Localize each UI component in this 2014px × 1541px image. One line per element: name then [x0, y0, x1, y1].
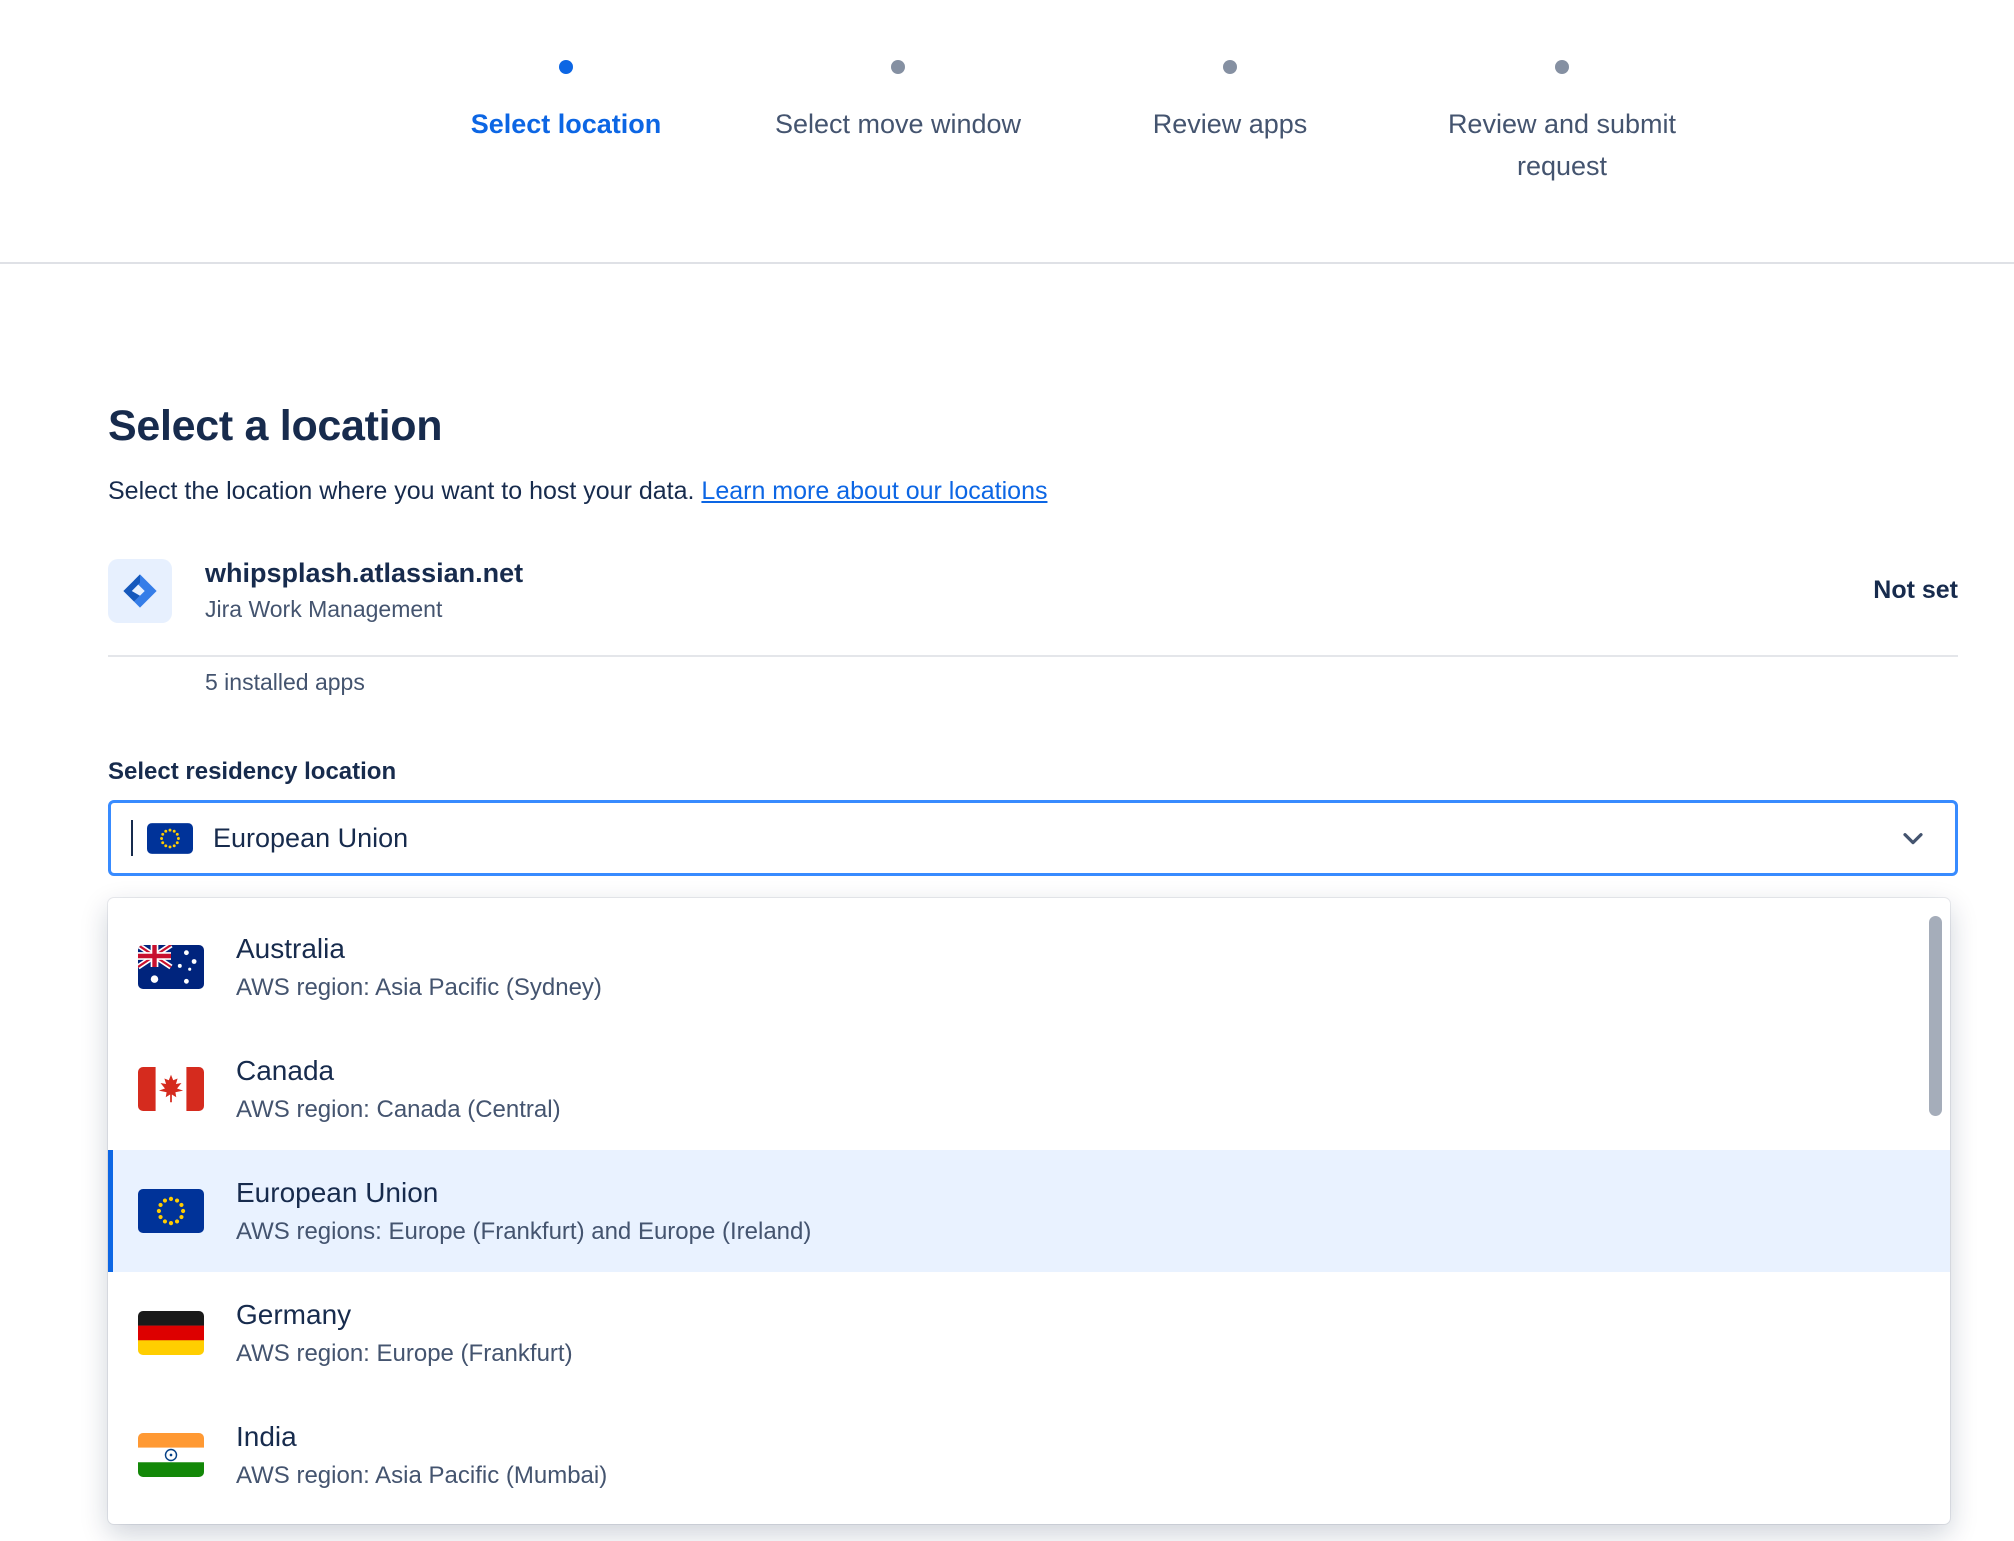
option-region: AWS region: Asia Pacific (Mumbai) — [236, 1462, 607, 1490]
australia-flag-icon — [138, 945, 204, 989]
site-info: whipsplash.atlassian.net Jira Work Manag… — [205, 558, 523, 623]
jira-product-icon — [108, 559, 172, 623]
canada-flag-icon — [138, 1067, 204, 1111]
step-label: Select location — [471, 104, 662, 146]
option-text: European Union AWS regions: Europe (Fran… — [236, 1177, 811, 1246]
eu-flag-icon — [138, 1189, 204, 1233]
main-content: Select a location Select the location wh… — [0, 402, 2014, 1524]
option-australia[interactable]: Australia AWS region: Asia Pacific (Sydn… — [108, 906, 1950, 1028]
option-germany[interactable]: Germany AWS region: Europe (Frankfurt) — [108, 1272, 1950, 1394]
germany-flag-icon — [138, 1311, 204, 1355]
text-cursor — [131, 820, 133, 856]
step-select-location: Select location — [400, 60, 732, 146]
step-dot — [1223, 60, 1237, 74]
residency-location-label: Select residency location — [108, 758, 1958, 786]
step-label: Review apps — [1153, 104, 1308, 146]
option-region: AWS region: Europe (Frankfurt) — [236, 1340, 573, 1368]
subtitle-text: Select the location where you want to ho… — [108, 477, 701, 505]
progress-stepper: Select location Select move window Revie… — [0, 0, 2014, 264]
step-label: Select move window — [775, 104, 1021, 146]
learn-more-link[interactable]: Learn more about our locations — [701, 477, 1047, 505]
option-title: Germany — [236, 1299, 573, 1331]
eu-flag-icon — [147, 823, 193, 854]
option-region: AWS region: Asia Pacific (Sydney) — [236, 974, 602, 1002]
step-review-and-submit: Review and submit request — [1396, 60, 1728, 188]
residency-location-select[interactable]: European Union — [108, 800, 1958, 876]
option-european-union[interactable]: European Union AWS regions: Europe (Fran… — [108, 1150, 1950, 1272]
option-text: Australia AWS region: Asia Pacific (Sydn… — [236, 933, 602, 1002]
option-text: Germany AWS region: Europe (Frankfurt) — [236, 1299, 573, 1368]
option-region: AWS regions: Europe (Frankfurt) and Euro… — [236, 1218, 811, 1246]
installed-apps-count: 5 installed apps — [108, 669, 1958, 696]
option-india[interactable]: India AWS region: Asia Pacific (Mumbai) — [108, 1394, 1950, 1516]
step-dot — [891, 60, 905, 74]
select-value: European Union — [213, 823, 408, 854]
site-status-badge: Not set — [1873, 576, 1958, 605]
step-review-apps: Review apps — [1064, 60, 1396, 146]
step-dot-active — [559, 60, 573, 74]
step-dot — [1555, 60, 1569, 74]
dropdown-scrollbar[interactable] — [1929, 916, 1942, 1116]
page-title: Select a location — [108, 402, 1958, 451]
option-title: European Union — [236, 1177, 811, 1209]
option-region: AWS region: Canada (Central) — [236, 1096, 561, 1124]
site-card: whipsplash.atlassian.net Jira Work Manag… — [108, 558, 1958, 623]
option-text: Canada AWS region: Canada (Central) — [236, 1055, 561, 1124]
site-product: Jira Work Management — [205, 596, 523, 623]
india-flag-icon — [138, 1433, 204, 1477]
option-title: India — [236, 1421, 607, 1453]
chevron-down-icon — [1897, 822, 1929, 854]
step-select-move-window: Select move window — [732, 60, 1064, 146]
step-label: Review and submit request — [1434, 104, 1690, 188]
site-domain: whipsplash.atlassian.net — [205, 558, 523, 589]
site-divider — [108, 655, 1958, 657]
option-title: Australia — [236, 933, 602, 965]
option-title: Canada — [236, 1055, 561, 1087]
option-canada[interactable]: Canada AWS region: Canada (Central) — [108, 1028, 1950, 1150]
residency-location-dropdown: Australia AWS region: Asia Pacific (Sydn… — [108, 898, 1950, 1524]
option-text: India AWS region: Asia Pacific (Mumbai) — [236, 1421, 607, 1490]
page-subtitle: Select the location where you want to ho… — [108, 477, 1958, 506]
